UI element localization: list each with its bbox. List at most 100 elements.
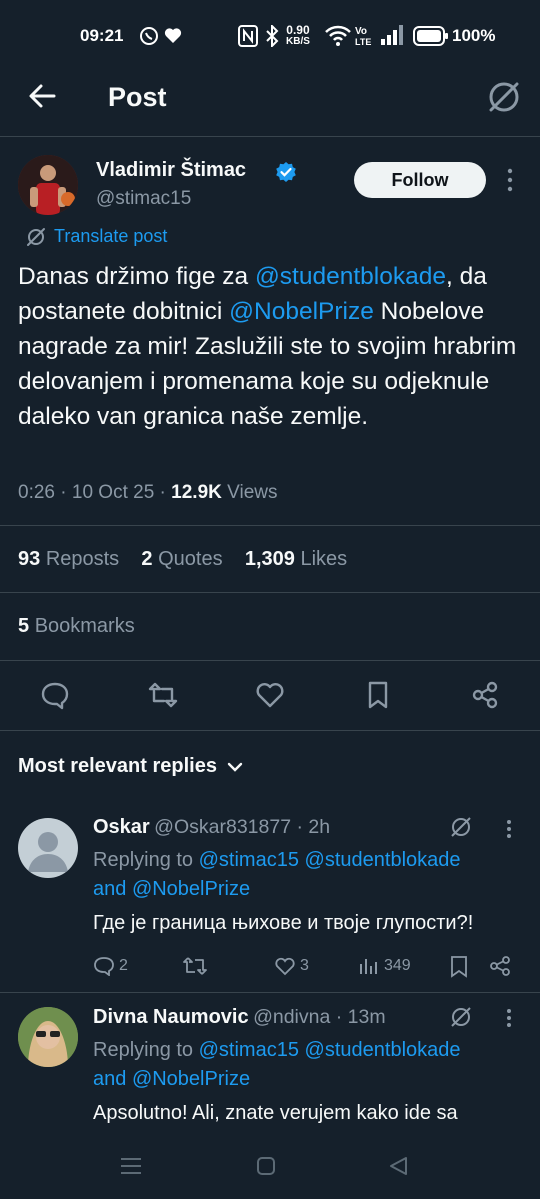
battery-icon: [413, 26, 448, 46]
more-icon[interactable]: [505, 168, 515, 192]
reply-header: Divna Naumovic @ndivna · 13m: [93, 1006, 386, 1028]
engagement-stats: 93 Reposts 2 Quotes 1,309 Likes: [18, 548, 347, 571]
reply-time: 2h: [308, 816, 331, 838]
follow-button[interactable]: Follow: [354, 162, 486, 198]
reply-like-button[interactable]: 3: [274, 956, 309, 976]
divider: [0, 660, 540, 661]
reply-author-name[interactable]: Oskar: [93, 816, 150, 838]
post-metadata: 0:26 · 10 Oct 25 · 12.9K Views: [18, 482, 278, 503]
mention-link[interactable]: @stimac15: [199, 849, 299, 871]
author-name[interactable]: Vladimir Štimac: [96, 159, 246, 182]
viber-icon: [140, 27, 158, 45]
mention-link[interactable]: @studentblokade: [255, 263, 446, 290]
bookmark-icon[interactable]: [450, 956, 468, 978]
likes-stat[interactable]: 1,309 Likes: [245, 548, 347, 570]
share-icon[interactable]: [489, 955, 511, 977]
reply-author-handle[interactable]: @ndivna: [253, 1006, 330, 1028]
translate-post-link[interactable]: Translate post: [26, 226, 167, 247]
reply-likes-count: 3: [300, 957, 309, 974]
divider: [0, 525, 540, 526]
recents-menu-icon[interactable]: [120, 1156, 142, 1176]
like-icon: [275, 957, 295, 976]
replying-prefix: Replying to: [93, 849, 199, 871]
reply-avatar[interactable]: [18, 1007, 78, 1067]
signal-icon: [381, 25, 403, 45]
mention-link[interactable]: @NobelPrize: [229, 298, 374, 325]
mention-link[interactable]: @studentblokade: [305, 849, 461, 871]
views-icon: [360, 959, 377, 974]
bookmark-icon[interactable]: [363, 680, 393, 710]
chevron-down-icon: [227, 762, 243, 772]
volte-icon: Vo LTE: [355, 26, 371, 47]
reply-time: 13m: [347, 1006, 386, 1028]
reply-author-handle[interactable]: @Oskar831877: [154, 816, 291, 838]
back-nav-icon[interactable]: [387, 1155, 409, 1177]
post-date: 10 Oct 25: [71, 482, 155, 503]
reply-header: Oskar @Oskar831877 · 2h: [93, 816, 331, 838]
author-avatar[interactable]: [18, 155, 78, 215]
reposts-stat[interactable]: 93 Reposts: [18, 548, 119, 570]
more-icon[interactable]: [505, 1008, 513, 1028]
reply-icon[interactable]: [40, 680, 70, 710]
svg-text:LTE: LTE: [355, 37, 371, 47]
translate-label: Translate post: [54, 226, 168, 246]
replying-and: and: [93, 1068, 132, 1090]
views-count: 12.9K: [171, 482, 222, 503]
reply-icon: [94, 957, 114, 976]
replies-sort-dropdown[interactable]: Most relevant replies: [18, 755, 243, 778]
system-nav-bar: [0, 1140, 540, 1199]
replying-to: Replying to @stimac15 @studentblokade an…: [93, 846, 523, 904]
header-divider: [0, 136, 540, 137]
like-icon[interactable]: [255, 680, 285, 710]
mention-link[interactable]: @NobelPrize: [132, 1068, 250, 1090]
reply-author-name[interactable]: Divna Naumovic: [93, 1006, 249, 1028]
author-handle[interactable]: @stimac15: [96, 188, 191, 210]
translate-icon: [27, 227, 45, 246]
nfc-icon: [238, 25, 258, 47]
reply-replies-count: 2: [119, 957, 128, 974]
verified-badge-icon: [276, 162, 296, 182]
post-time: 0:26: [18, 482, 55, 503]
bookmarks-count: 5: [18, 615, 30, 637]
more-icon[interactable]: [505, 819, 513, 839]
quotes-stat[interactable]: 2 Quotes: [141, 548, 222, 570]
divider: [0, 592, 540, 593]
divider: [0, 992, 540, 993]
reply-avatar[interactable]: [18, 818, 78, 878]
grok-icon[interactable]: [449, 815, 473, 839]
page-title: Post: [108, 82, 167, 112]
grok-icon[interactable]: [449, 1005, 473, 1029]
status-time: 09:21: [80, 26, 124, 45]
reply-text: Где је граница њихове и твоје глупости?!: [93, 912, 474, 934]
reply-text: Apsolutno! Ali, znate verujem kako ide s…: [93, 1102, 458, 1124]
likes-label: Likes: [300, 548, 348, 570]
reply-repost-button[interactable]: [183, 956, 207, 976]
mention-link[interactable]: @studentblokade: [305, 1039, 461, 1061]
reposts-count: 93: [18, 548, 41, 570]
bookmarks-stat[interactable]: 5 Bookmarks: [18, 615, 135, 638]
home-icon[interactable]: [256, 1156, 276, 1176]
mention-link[interactable]: @NobelPrize: [132, 878, 250, 900]
bluetooth-icon: [266, 25, 279, 47]
replying-and: and: [93, 878, 132, 900]
heart-status-icon: [164, 28, 182, 43]
replying-prefix: Replying to: [93, 1039, 199, 1061]
status-bar: 09:21 0.90 KB/S Vo LTE 100%: [0, 0, 540, 72]
reply-replies-button[interactable]: 2: [93, 956, 128, 976]
reposts-label: Reposts: [45, 548, 120, 570]
reply-views-button[interactable]: 349: [358, 956, 411, 976]
replying-to: Replying to @stimac15 @studentblokade an…: [93, 1036, 523, 1094]
reply-views-count: 349: [384, 957, 411, 974]
likes-count: 1,309: [244, 548, 295, 570]
repost-icon[interactable]: [148, 680, 178, 710]
back-arrow-icon[interactable]: [28, 82, 56, 110]
views-label: Views: [227, 482, 278, 503]
quotes-count: 2: [141, 548, 153, 570]
post-text: Danas držimo fige za @studentblokade, da…: [18, 259, 523, 434]
bookmarks-label: Bookmarks: [34, 615, 135, 637]
post-text-part: Danas držimo fige za: [18, 263, 255, 290]
share-icon[interactable]: [470, 680, 500, 710]
grok-icon[interactable]: [486, 79, 522, 115]
wifi-icon: [325, 25, 351, 46]
mention-link[interactable]: @stimac15: [199, 1039, 299, 1061]
